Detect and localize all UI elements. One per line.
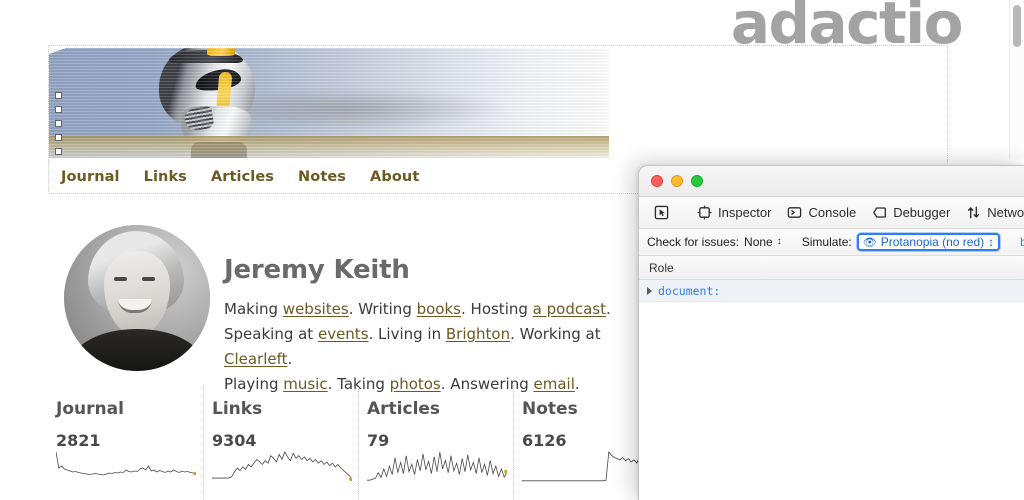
devtools-tabbar: Inspector Console Debugger xyxy=(639,197,1024,229)
sparkline-chart xyxy=(212,450,352,484)
stat-card-links[interactable]: Links 9304 xyxy=(203,385,358,500)
network-arrows-icon xyxy=(966,205,981,220)
stat-card-journal[interactable]: Journal 2821 xyxy=(48,385,203,500)
sparkline-path xyxy=(56,452,196,475)
vertical-scrollbar[interactable] xyxy=(1009,0,1024,158)
column-header-role: Role xyxy=(649,261,674,275)
stat-count: 2821 xyxy=(56,431,203,450)
sparkline-endpoint xyxy=(349,477,352,481)
simulate-value: Protanopia (no red) xyxy=(881,235,984,249)
chevron-right-icon[interactable] xyxy=(647,287,652,295)
tab-label: Inspector xyxy=(718,205,771,220)
sparkline-path xyxy=(367,452,507,480)
bio-link[interactable]: events xyxy=(318,325,369,343)
banner-marker-square xyxy=(55,120,62,127)
stat-count: 79 xyxy=(367,431,513,450)
element-picker-button[interactable] xyxy=(647,202,676,223)
bio-link[interactable]: books xyxy=(417,300,461,318)
site-header xyxy=(48,45,948,160)
helmet-yellow-crest xyxy=(207,48,235,56)
avatar-eye-left xyxy=(114,277,127,281)
bio-line: Speaking at events. Living in Brighton. … xyxy=(224,322,664,372)
stat-count: 9304 xyxy=(212,431,358,450)
bio-text: . Living in xyxy=(369,325,446,343)
accessibility-tree-body xyxy=(639,302,1024,500)
stat-label: Articles xyxy=(367,399,513,419)
stat-card-articles[interactable]: Articles 79 xyxy=(358,385,513,500)
banner-ground xyxy=(49,136,609,158)
stepper-arrows-icon: ↕ xyxy=(988,235,994,249)
page-title: Jeremy Keith xyxy=(224,255,410,285)
bio-text: . Writing xyxy=(349,300,417,318)
bio-link[interactable]: websites xyxy=(283,300,349,318)
tab-label: Console xyxy=(808,205,856,220)
console-prompt-icon xyxy=(787,205,802,220)
banner-marker-square xyxy=(55,134,62,141)
tab-console[interactable]: Console xyxy=(780,202,863,223)
check-for-issues-dropdown[interactable]: None ↕ xyxy=(744,235,782,249)
nav-item-notes[interactable]: Notes xyxy=(298,169,346,185)
web-inspector-window: Inspector Console Debugger xyxy=(638,165,1024,500)
nav-item-about[interactable]: About xyxy=(370,169,419,185)
profile-bio: Making websites. Writing books. Hosting … xyxy=(224,297,664,397)
banner-marker-square xyxy=(55,92,62,99)
tab-inspector[interactable]: Inspector xyxy=(690,202,778,223)
stat-label: Journal xyxy=(56,399,203,419)
tab-network[interactable]: Network xyxy=(959,202,1024,223)
tab-label: Debugger xyxy=(893,205,950,220)
tab-debugger[interactable]: Debugger xyxy=(865,202,957,223)
devtools-titlebar xyxy=(639,166,1024,197)
zoom-button[interactable] xyxy=(691,175,703,187)
nav-item-links[interactable]: Links xyxy=(144,169,187,185)
sparkline-endpoint xyxy=(193,472,196,476)
element-picker-icon xyxy=(654,205,669,220)
tab-label: Network xyxy=(987,205,1024,220)
bio-text: . Working at xyxy=(510,325,601,343)
bio-text: Making xyxy=(224,300,283,318)
toolbar-trailing-link[interactable]: be xyxy=(1020,235,1024,249)
close-button[interactable] xyxy=(651,175,663,187)
bio-text: . xyxy=(606,300,611,318)
screen: adactio xyxy=(0,0,1024,500)
bio-text: Speaking at xyxy=(224,325,318,343)
bio-line: Making websites. Writing books. Hosting … xyxy=(224,297,664,322)
accessibility-column-header: Role xyxy=(639,256,1024,280)
simulate-dropdown[interactable]: 👁 Protanopia (no red) ↕ xyxy=(857,233,1000,251)
devtools-audit-toolbar: Check for issues: None ↕ Simulate: 👁 Pro… xyxy=(639,229,1024,256)
nav-item-articles[interactable]: Articles xyxy=(211,169,274,185)
sparkline-chart xyxy=(367,450,507,484)
banner-markers xyxy=(55,92,62,158)
check-for-issues-value: None xyxy=(744,235,773,249)
simulate-label: Simulate: xyxy=(802,235,852,249)
debugger-tag-icon xyxy=(872,205,887,220)
tree-row-label: document: xyxy=(658,284,720,298)
minimize-button[interactable] xyxy=(671,175,683,187)
stepper-arrows-icon: ↕ xyxy=(777,237,782,247)
bio-text: . Hosting xyxy=(461,300,533,318)
avatar xyxy=(64,225,210,371)
eye-icon: 👁 xyxy=(863,236,877,249)
bio-link[interactable]: Clearleft xyxy=(224,350,288,368)
bio-link[interactable]: Brighton xyxy=(446,325,510,343)
stat-label: Links xyxy=(212,399,358,419)
banner-marker-square xyxy=(55,106,62,113)
scrollbar-thumb[interactable] xyxy=(1013,5,1021,47)
banner-image xyxy=(49,48,609,158)
sparkline-chart xyxy=(56,450,196,484)
inspector-target-icon xyxy=(697,205,712,220)
stats-row: Journal 2821 Links 9304 Articles 79 Note… xyxy=(48,385,668,500)
sparkline-endpoint xyxy=(504,470,507,474)
bio-link[interactable]: a podcast xyxy=(533,300,606,318)
accessibility-tree-row[interactable]: document: xyxy=(639,280,1024,302)
check-for-issues-label: Check for issues: xyxy=(647,235,739,249)
banner-marker-square xyxy=(55,148,62,155)
nav-item-journal[interactable]: Journal xyxy=(61,169,120,185)
avatar-eye-right xyxy=(142,277,155,281)
sparkline-path xyxy=(212,452,352,479)
bio-text: . xyxy=(288,350,293,368)
